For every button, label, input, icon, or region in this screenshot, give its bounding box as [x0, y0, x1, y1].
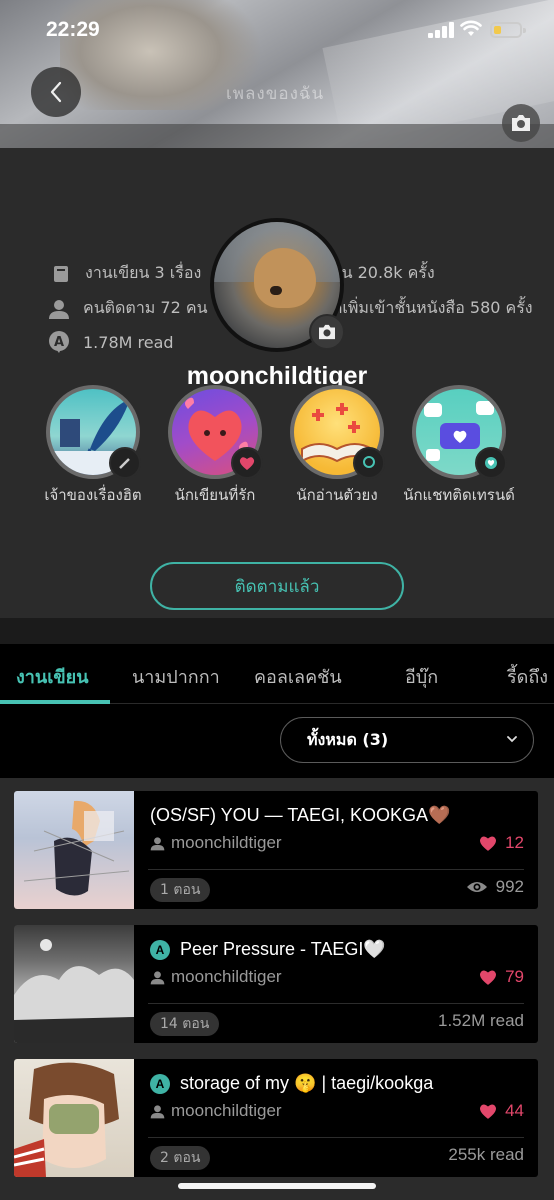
story-likes: 12 — [479, 833, 524, 853]
story-title: A Peer Pressure - TAEGI🤍 — [150, 939, 500, 960]
status-time: 22:29 — [46, 18, 100, 41]
story-likes: 79 — [479, 967, 524, 987]
person-icon — [150, 836, 165, 850]
episode-count-badge: 1 ตอน — [150, 878, 211, 902]
chat-story-badge-icon: A — [150, 939, 170, 960]
story-card[interactable]: Astorage of my 🤫 | taegi/kookga moonchil… — [14, 1059, 538, 1177]
back-button[interactable] — [31, 67, 81, 117]
following-button[interactable]: ติดตามแล้ว — [150, 562, 404, 610]
pen-mini-icon — [109, 447, 141, 479]
cover-caption: เพลงของฉัน — [226, 84, 325, 104]
heart-icon — [480, 1104, 497, 1119]
story-reads: 992 — [466, 877, 524, 897]
tab-ebooks[interactable]: อีบุ๊ก — [405, 662, 438, 691]
status-bar: 22:29 — [0, 0, 554, 60]
profile-section: moonchildtiger งานเขียน 3 เรื่อง อ่าน 20… — [0, 148, 554, 618]
tab-works[interactable]: งานเขียน — [16, 662, 89, 691]
story-cover-image — [14, 925, 134, 1043]
story-reads: 255k read — [448, 1145, 524, 1164]
story-card[interactable]: A Peer Pressure - TAEGI🤍 moonchildtiger 7… — [14, 925, 538, 1043]
tab-pen-names[interactable]: นามปากกา — [132, 662, 220, 691]
battery-icon — [490, 22, 526, 38]
chevron-left-icon — [50, 81, 62, 103]
change-cover-button[interactable] — [502, 104, 540, 142]
stat-works: งานเขียน 3 เรื่อง — [50, 261, 201, 286]
camera-icon — [319, 324, 335, 340]
story-title: (OS/SF) YOU — TAEGI, KOOKGA🤎 — [150, 805, 451, 825]
chevron-down-icon — [507, 736, 517, 743]
camera-icon — [512, 115, 530, 131]
story-card[interactable]: (OS/SF) YOU — TAEGI, KOOKGA🤎 moonchildti… — [14, 791, 538, 909]
tab-readers[interactable]: รี้ดถึง — [507, 662, 548, 691]
filter-dropdown[interactable]: ทั้งหมด (3) — [280, 717, 534, 763]
ribbon-mini-icon — [353, 447, 385, 479]
heart-icon — [480, 836, 497, 851]
badge-hit-owner[interactable]: เจ้าของเรื่องฮิต — [33, 385, 153, 506]
episode-count-badge: 14 ตอน — [150, 1012, 220, 1036]
badge-beloved-writer[interactable]: นักเขียนที่รัก — [155, 385, 275, 506]
stat-followers: คนติดตาม 72 คน — [48, 296, 208, 321]
tab-collections[interactable]: คอลเลคชัน — [254, 662, 342, 691]
book-icon — [50, 263, 72, 285]
chat-story-badge-icon: A — [150, 1073, 170, 1094]
story-cover-image — [14, 791, 134, 909]
cellular-signal-icon — [428, 22, 454, 38]
svg-text:A: A — [54, 335, 64, 350]
story-cover-image — [14, 1059, 134, 1177]
badges-row: เจ้าของเรื่องฮิต นักเขียนที่รัก นักอ่านต… — [0, 385, 554, 535]
heart-chat-mini-icon — [475, 447, 507, 479]
person-icon — [48, 298, 70, 320]
badge-avid-reader[interactable]: นักอ่านตัวยง — [277, 385, 397, 506]
story-title: Astorage of my 🤫 | taegi/kookga — [150, 1073, 500, 1094]
eye-icon — [466, 882, 487, 892]
profile-tabs: งานเขียน นามปากกา คอลเลคชัน อีบุ๊ก รี้ดถ… — [0, 644, 554, 704]
story-reads: 1.52M read — [438, 1011, 524, 1030]
heart-mini-icon — [231, 447, 263, 479]
badge-trending-chatter[interactable]: นักแชทติดเทรนด์ — [399, 385, 519, 506]
episode-count-badge: 2 ตอน — [150, 1146, 211, 1170]
change-avatar-button[interactable] — [309, 314, 345, 350]
chat-a-icon: A — [48, 331, 70, 353]
wifi-icon — [460, 19, 482, 39]
home-indicator[interactable] — [178, 1183, 376, 1189]
person-icon — [150, 970, 165, 984]
person-icon — [150, 1104, 165, 1118]
story-author: moonchildtiger — [150, 967, 282, 987]
story-author: moonchildtiger — [150, 833, 282, 853]
stat-total-read: A 1.78M read — [48, 331, 174, 353]
story-likes: 44 — [479, 1101, 524, 1121]
story-author: moonchildtiger — [150, 1101, 282, 1121]
heart-icon — [480, 970, 497, 985]
story-list: (OS/SF) YOU — TAEGI, KOOKGA🤎 moonchildti… — [0, 778, 554, 1200]
